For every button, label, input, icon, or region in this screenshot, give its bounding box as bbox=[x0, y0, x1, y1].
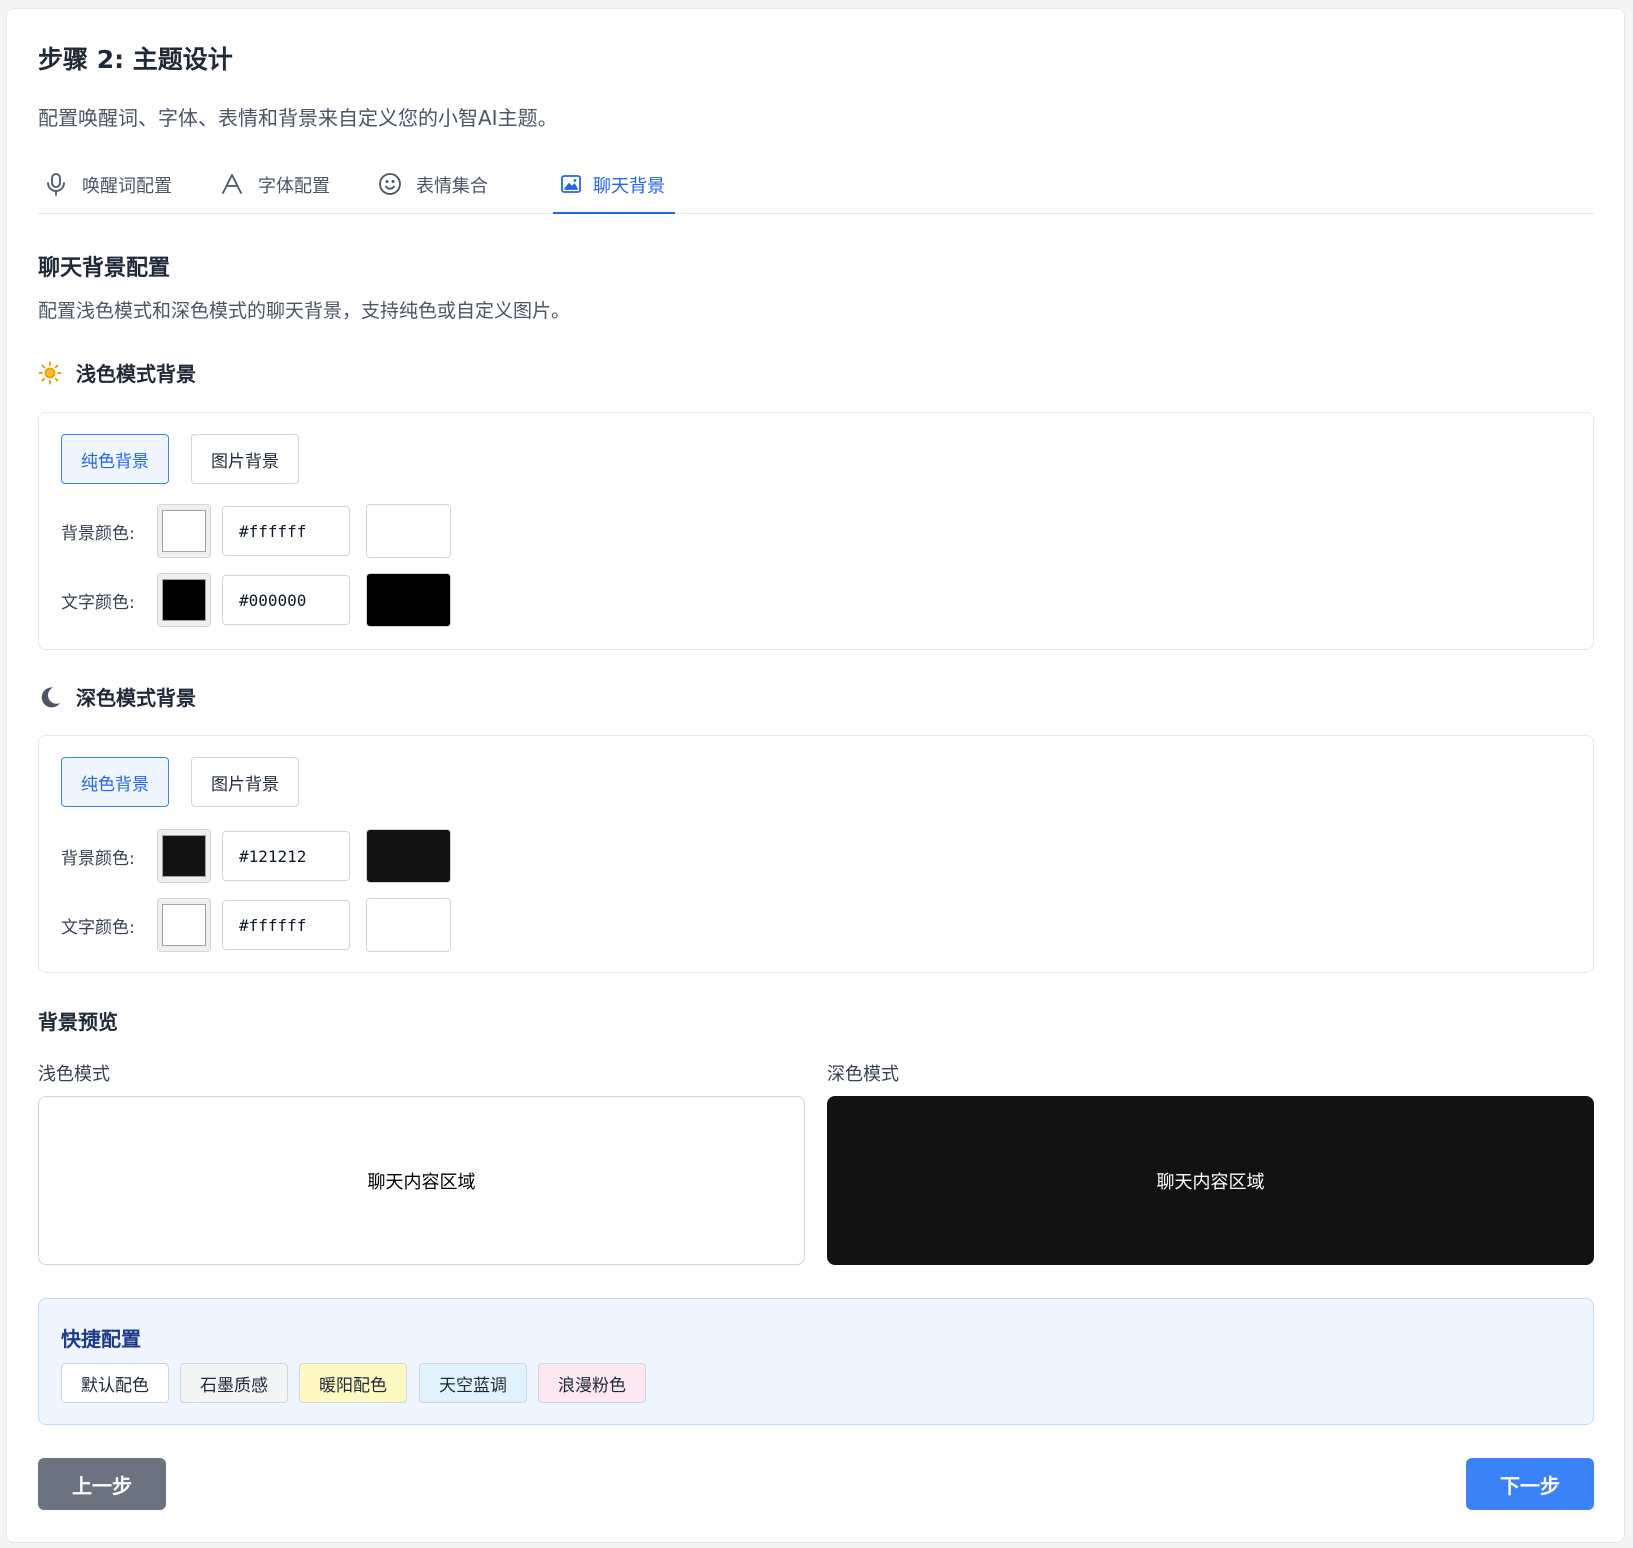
tab-label: 字体配置 bbox=[258, 176, 330, 197]
section-description: 配置浅色模式和深色模式的聊天背景，支持纯色或自定义图片。 bbox=[38, 300, 571, 322]
preset-default[interactable]: 默认配色 bbox=[61, 1363, 169, 1403]
page-description: 配置唤醒词、字体、表情和背景来自定义您的小智AI主题。 bbox=[38, 106, 558, 130]
text-color-label: 文字颜色: bbox=[61, 592, 135, 613]
text-color-label: 文字颜色: bbox=[61, 917, 135, 938]
preview-light-label: 浅色模式 bbox=[38, 1064, 110, 1085]
sun-icon bbox=[38, 361, 62, 385]
light-image-button[interactable]: 图片背景 bbox=[191, 434, 299, 484]
dark-bg-hex-input[interactable]: #121212 bbox=[222, 831, 350, 881]
next-step-button[interactable]: 下一步 bbox=[1466, 1458, 1594, 1510]
moon-icon bbox=[38, 685, 62, 709]
bg-color-label: 背景颜色: bbox=[61, 523, 135, 544]
light-mode-title: 浅色模式背景 bbox=[76, 362, 196, 386]
dark-mode-title: 深色模式背景 bbox=[76, 686, 196, 710]
dark-mode-panel: 纯色背景 图片背景 背景颜色: #121212 文字颜色: #ffffff bbox=[38, 735, 1594, 973]
light-bg-preview-chip bbox=[366, 504, 451, 558]
dark-bg-color-row: 背景颜色: #121212 bbox=[61, 829, 451, 883]
preview-dark-text: 聊天内容区域 bbox=[1156, 1171, 1265, 1193]
dark-text-hex-input[interactable]: #ffffff bbox=[222, 900, 350, 950]
prev-step-button[interactable]: 上一步 bbox=[38, 1458, 166, 1510]
microphone-icon bbox=[42, 170, 70, 198]
dark-image-button[interactable]: 图片背景 bbox=[191, 757, 299, 807]
light-text-color-row: 文字颜色: #000000 bbox=[61, 573, 451, 627]
swatch-fill bbox=[162, 510, 206, 552]
tab-font[interactable]: 字体配置 bbox=[218, 168, 330, 214]
light-text-preview-chip bbox=[366, 573, 451, 627]
preview-dark-box: 聊天内容区域 bbox=[827, 1096, 1594, 1265]
preset-graphite[interactable]: 石墨质感 bbox=[180, 1363, 288, 1403]
preview-title: 背景预览 bbox=[38, 1010, 118, 1034]
dark-text-color-row: 文字颜色: #ffffff bbox=[61, 898, 451, 952]
light-mode-panel: 纯色背景 图片背景 背景颜色: #ffffff 文字颜色: #000000 bbox=[38, 412, 1594, 650]
quick-config-title: 快捷配置 bbox=[61, 1327, 141, 1351]
section-title: 聊天背景配置 bbox=[38, 256, 171, 281]
light-bg-color-row: 背景颜色: #ffffff bbox=[61, 504, 451, 558]
tab-wake-word[interactable]: 唤醒词配置 bbox=[42, 168, 172, 214]
light-solid-button[interactable]: 纯色背景 bbox=[61, 434, 169, 484]
light-bg-color-picker[interactable] bbox=[157, 504, 211, 558]
tab-label: 表情集合 bbox=[416, 176, 488, 197]
preset-sky-blue[interactable]: 天空蓝调 bbox=[419, 1363, 527, 1403]
tab-chat-background[interactable]: 聊天背景 bbox=[553, 168, 675, 214]
swatch-fill bbox=[162, 904, 206, 946]
dark-bg-preview-chip bbox=[366, 829, 451, 883]
light-text-hex-input[interactable]: #000000 bbox=[222, 575, 350, 625]
preview-dark-label: 深色模式 bbox=[827, 1064, 899, 1085]
swatch-fill bbox=[162, 835, 206, 877]
smiley-icon bbox=[376, 170, 404, 198]
font-icon bbox=[218, 170, 246, 198]
page-title: 步骤 2: 主题设计 bbox=[38, 45, 233, 74]
quick-config-panel: 快捷配置 默认配色 石墨质感 暖阳配色 天空蓝调 浪漫粉色 bbox=[38, 1298, 1594, 1425]
preview-light-box: 聊天内容区域 bbox=[38, 1096, 805, 1265]
tab-label: 聊天背景 bbox=[593, 176, 665, 197]
tab-label: 唤醒词配置 bbox=[82, 176, 172, 197]
dark-solid-button[interactable]: 纯色背景 bbox=[61, 757, 169, 807]
light-text-color-picker[interactable] bbox=[157, 573, 211, 627]
bg-color-label: 背景颜色: bbox=[61, 848, 135, 869]
dark-bg-color-picker[interactable] bbox=[157, 829, 211, 883]
swatch-fill bbox=[162, 579, 206, 621]
preset-warm-sun[interactable]: 暖阳配色 bbox=[299, 1363, 407, 1403]
tab-bar: 唤醒词配置 字体配置 表情集合 聊天背景 bbox=[38, 168, 1594, 214]
preset-romantic-pink[interactable]: 浪漫粉色 bbox=[538, 1363, 646, 1403]
dark-text-preview-chip bbox=[366, 898, 451, 952]
tab-emoji[interactable]: 表情集合 bbox=[376, 168, 488, 214]
dark-mode-heading: 深色模式背景 bbox=[38, 682, 196, 711]
light-bg-hex-input[interactable]: #ffffff bbox=[222, 506, 350, 556]
image-icon bbox=[557, 170, 585, 198]
preview-light-text: 聊天内容区域 bbox=[367, 1171, 476, 1193]
dark-text-color-picker[interactable] bbox=[157, 898, 211, 952]
light-mode-heading: 浅色模式背景 bbox=[38, 358, 196, 387]
